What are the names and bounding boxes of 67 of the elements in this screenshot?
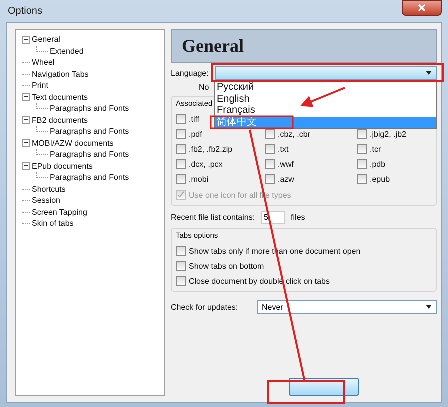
checkbox-label: .pdf — [189, 130, 202, 138]
checkbox[interactable] — [176, 174, 186, 184]
tree-item[interactable]: Extended — [50, 46, 84, 56]
checkbox-label: .cbz, .cbr — [278, 130, 310, 138]
checkbox[interactable] — [265, 144, 275, 154]
tree-item[interactable]: Paragraphs and Fonts — [50, 127, 130, 136]
checkbox[interactable] — [176, 159, 186, 169]
tree-item[interactable]: Session — [32, 196, 60, 206]
tree-item[interactable]: EPub documents — [32, 162, 93, 171]
checkbox[interactable] — [176, 276, 186, 286]
field-label: Language: — [171, 68, 209, 78]
collapse-icon[interactable] — [22, 116, 30, 124]
checkbox[interactable] — [176, 246, 186, 256]
collapse-icon[interactable] — [22, 139, 30, 148]
checkbox[interactable] — [357, 174, 367, 184]
tree-item[interactable]: Navigation Tabs — [32, 70, 89, 79]
tree-item[interactable]: Text documents — [32, 92, 88, 102]
checkbox-label: .tcr — [370, 144, 382, 154]
language-dropdown[interactable] — [214, 66, 437, 80]
checkbox[interactable] — [357, 159, 367, 169]
checkbox-label: .pdb — [370, 160, 386, 168]
window-title: Options — [7, 6, 42, 16]
checkbox-label: Show tabs on bottom — [189, 262, 264, 270]
tree-item[interactable]: Shortcuts — [32, 184, 66, 194]
checkbox[interactable] — [176, 144, 186, 154]
checkbox-label: .mobi — [189, 174, 209, 184]
checkbox[interactable] — [176, 114, 186, 124]
tree-item[interactable]: Wheel — [32, 58, 55, 68]
checkbox-label: .tiff — [189, 114, 200, 124]
page-title: General — [182, 36, 244, 56]
tree-item[interactable]: Skin of tabs — [32, 219, 74, 228]
checkbox[interactable] — [357, 129, 367, 139]
checkbox[interactable] — [176, 261, 186, 271]
tree-item[interactable]: Paragraphs and Fonts — [50, 104, 130, 114]
checkbox-label: .fb2, .fb2.zip — [189, 144, 233, 154]
field-label: Check for updates: — [171, 302, 240, 312]
collapse-icon[interactable] — [22, 36, 30, 44]
caret-icon — [426, 71, 432, 75]
tree-item[interactable]: MOBI/AZW documents — [32, 138, 114, 148]
collapse-icon[interactable] — [22, 93, 30, 102]
note-text: No — [199, 83, 210, 94]
checkbox[interactable] — [176, 129, 186, 139]
tree-item[interactable]: Print — [32, 81, 48, 90]
close-button[interactable] — [402, 0, 442, 16]
checkbox-label: .dcx, .pcx — [189, 160, 223, 168]
tree-item[interactable]: Paragraphs and Fonts — [50, 150, 130, 160]
checkbox-label: .epub — [370, 174, 390, 184]
checkbox[interactable] — [265, 159, 275, 169]
field-suffix: files — [291, 213, 306, 222]
checkbox[interactable] — [265, 129, 275, 139]
close-icon — [418, 4, 426, 12]
tree-item[interactable]: FB2 documents — [32, 116, 88, 125]
checkbox[interactable] — [357, 144, 367, 154]
checkbox-label: .txt — [278, 144, 289, 154]
checkbox-label: .azw — [278, 174, 294, 184]
updates-dropdown[interactable]: Never — [257, 300, 437, 314]
checkbox-label: .jbig2, .jb2 — [370, 130, 406, 138]
checkbox-label: .wwf — [278, 160, 294, 168]
tree-item[interactable]: Paragraphs and Fonts — [50, 173, 130, 182]
number-field[interactable]: 5 — [261, 211, 286, 224]
tree-item[interactable]: General — [32, 35, 60, 44]
tree-item[interactable]: Screen Tapping — [32, 208, 88, 217]
annotation-arrow — [300, 87, 346, 108]
field-label: Recent file list contains: — [171, 213, 256, 222]
caret-icon — [426, 305, 432, 309]
collapse-icon[interactable] — [22, 162, 30, 170]
checkbox[interactable] — [265, 174, 275, 184]
